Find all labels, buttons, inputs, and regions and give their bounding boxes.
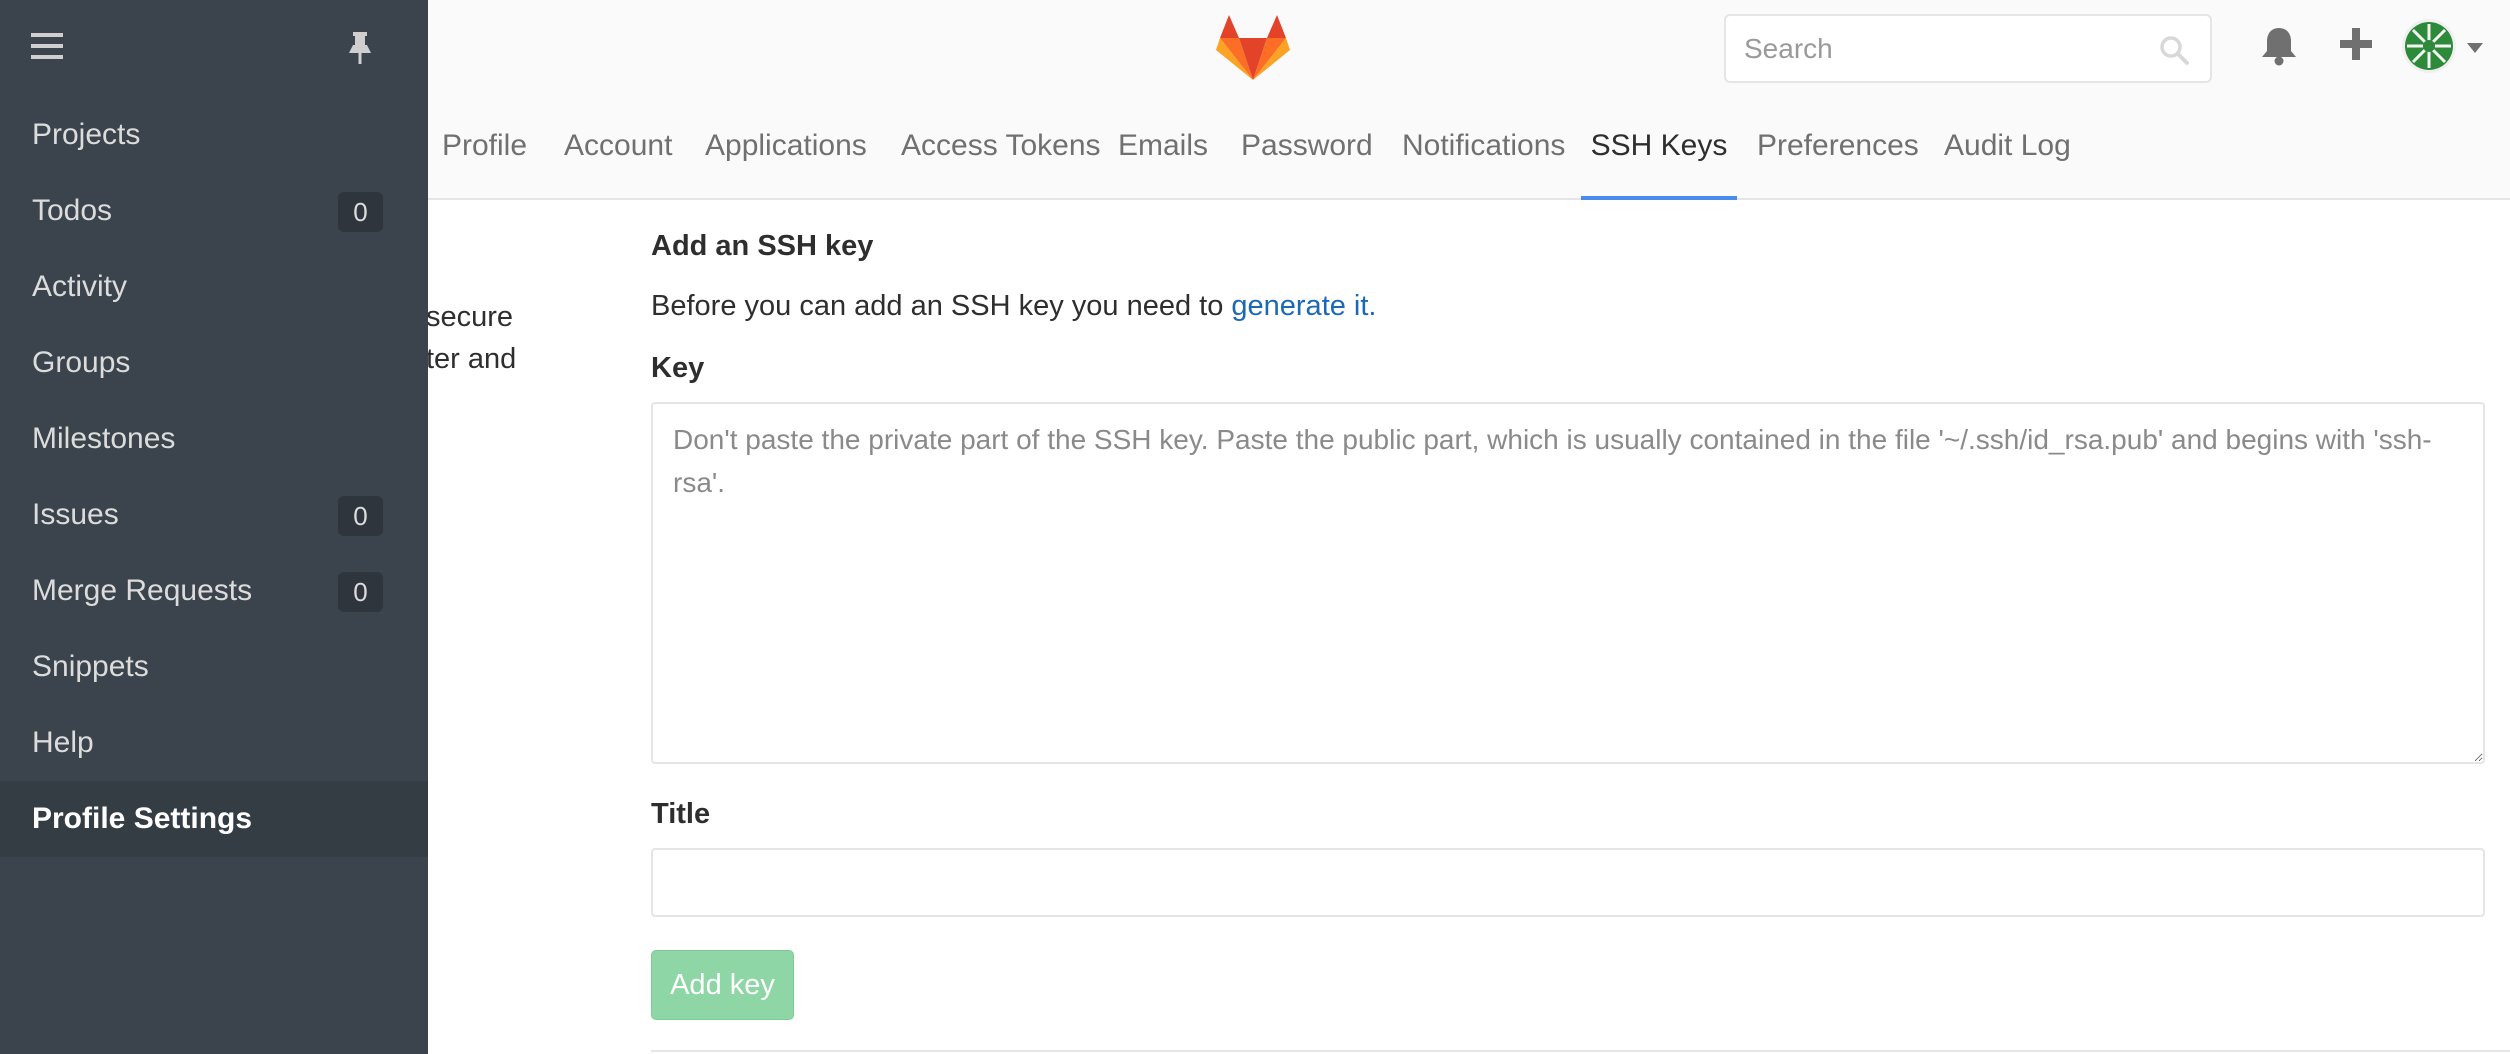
pin-icon[interactable]: [346, 31, 374, 65]
title-label: Title: [651, 798, 711, 830]
avatar[interactable]: [2402, 19, 2456, 73]
hamburger-icon[interactable]: [31, 32, 63, 60]
tab-account[interactable]: Account: [564, 96, 672, 200]
ssh-intro-text: secure ter and: [426, 296, 546, 380]
sidebar-item-label: Issues: [32, 498, 119, 531]
sidebar-item-milestones[interactable]: Milestones: [0, 401, 428, 477]
sidebar-item-groups[interactable]: Groups: [0, 325, 428, 401]
tab-applications[interactable]: Applications: [705, 96, 867, 200]
tab-emails[interactable]: Emails: [1118, 96, 1208, 200]
bell-icon[interactable]: [2260, 26, 2298, 66]
search-input[interactable]: [1726, 16, 2210, 81]
sidebar-item-help[interactable]: Help: [0, 705, 428, 781]
gitlab-logo[interactable]: [1215, 14, 1291, 82]
lead-text: Before you can add an SSH key you need t…: [651, 290, 1377, 323]
intro-line: ter and: [426, 343, 517, 375]
sidebar-item-label: Merge Requests: [32, 574, 253, 607]
sidebar-item-label: Help: [32, 726, 94, 759]
sidebar-item-todos[interactable]: Todos 0: [0, 173, 428, 249]
sidebar-item-snippets[interactable]: Snippets: [0, 629, 428, 705]
tab-profile[interactable]: Profile: [442, 96, 527, 200]
search-icon[interactable]: [2158, 34, 2190, 66]
intro-line: secure: [426, 301, 514, 333]
tab-access-tokens[interactable]: Access Tokens: [901, 96, 1101, 200]
tab-notifications[interactable]: Notifications: [1402, 96, 1565, 200]
sidebar-item-label: Activity: [32, 270, 128, 303]
key-label: Key: [651, 352, 705, 384]
lead-text-body: Before you can add an SSH key you need t…: [651, 290, 1224, 322]
sidebar: Projects Todos 0 Activity Groups Milesto…: [0, 0, 428, 1054]
sidebar-item-projects[interactable]: Projects: [0, 97, 428, 173]
generate-key-link[interactable]: generate it.: [1231, 290, 1376, 322]
sidebar-item-label: Snippets: [32, 650, 149, 683]
divider: [651, 1050, 2510, 1052]
tab-password[interactable]: Password: [1241, 96, 1373, 200]
key-textarea[interactable]: [651, 402, 2485, 764]
sidebar-item-activity[interactable]: Activity: [0, 249, 428, 325]
plus-icon[interactable]: [2338, 26, 2374, 62]
sidebar-item-profile-settings[interactable]: Profile Settings: [0, 781, 428, 857]
sidebar-item-merge-requests[interactable]: Merge Requests 0: [0, 553, 428, 629]
sidebar-item-label: Projects: [32, 118, 141, 151]
issues-count-badge: 0: [338, 496, 383, 536]
todos-count-badge: 0: [338, 192, 383, 232]
section-title: Add an SSH key: [651, 230, 874, 262]
add-key-button[interactable]: Add key: [651, 950, 794, 1020]
tab-ssh-keys[interactable]: SSH Keys: [1581, 96, 1737, 200]
search-box: [1724, 14, 2212, 83]
sidebar-item-label: Profile Settings: [32, 802, 253, 835]
title-input[interactable]: [651, 848, 2485, 917]
tab-preferences[interactable]: Preferences: [1757, 96, 1919, 200]
chevron-down-icon[interactable]: [2466, 42, 2484, 54]
sidebar-item-label: Groups: [32, 346, 131, 379]
sidebar-item-label: Todos: [32, 194, 113, 227]
merge-requests-count-badge: 0: [338, 572, 383, 612]
sidebar-item-issues[interactable]: Issues 0: [0, 477, 428, 553]
sidebar-item-label: Milestones: [32, 422, 176, 455]
tab-audit-log[interactable]: Audit Log: [1944, 96, 2071, 200]
